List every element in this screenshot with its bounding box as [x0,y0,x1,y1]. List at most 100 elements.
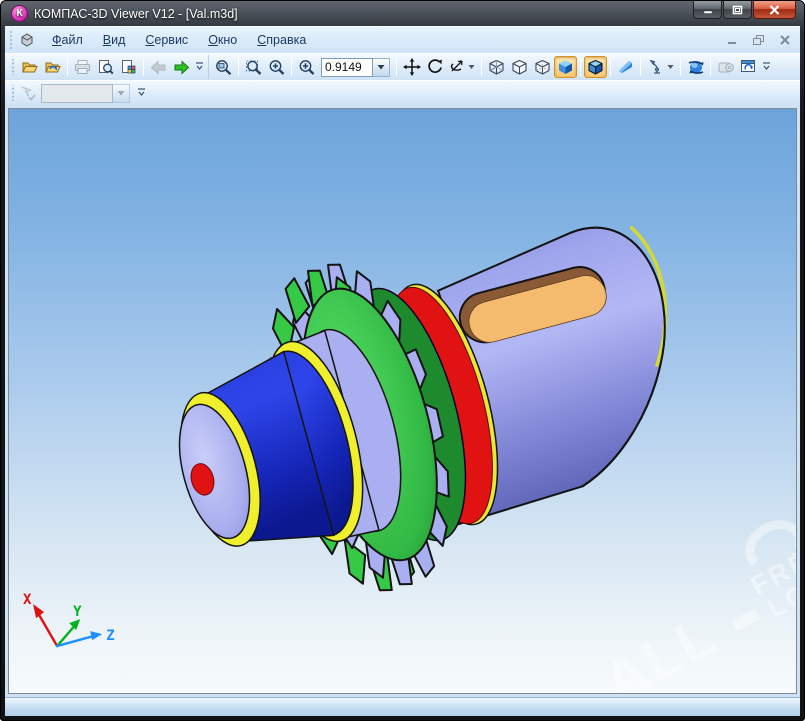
separator [580,58,581,76]
minimize-button[interactable] [693,1,722,19]
zoom-frame-button[interactable] [212,56,235,78]
toolbar-overflow-chevron[interactable] [136,82,147,104]
selection-combo[interactable] [41,83,113,103]
menu-file[interactable]: Файл [42,30,93,50]
selection-combo-dropdown[interactable] [113,83,130,103]
rotate-axis-icon [450,60,463,72]
rotate-view-button[interactable] [684,56,707,78]
shaded-button[interactable] [554,56,577,78]
toolbar-view [212,55,775,79]
open-button[interactable] [18,56,41,78]
zoom-region-icon [245,60,261,75]
mdi-close-button[interactable] [776,33,794,48]
zoom-frame-icon [215,59,231,75]
hidden-lines-removed-button[interactable] [508,56,531,78]
separator [610,58,611,76]
rotate-axis-button[interactable] [446,56,478,78]
orientation-button[interactable] [644,56,677,78]
print-preview-button[interactable] [94,56,117,78]
rotate-button[interactable] [423,56,446,78]
zoom-scale-combo [321,57,390,77]
watermark: ALL FREE LOAD .NET [593,520,796,693]
pan-icon [402,58,421,76]
toolbar-selection [7,82,150,104]
pan-button[interactable] [400,56,423,78]
menu-window[interactable]: Окно [198,30,247,50]
mdi-window-controls [724,33,794,48]
folder-open-icon [21,62,38,73]
zoom-fit-button[interactable] [265,56,288,78]
hidden-lines-thin-button[interactable] [531,56,554,78]
3d-viewport[interactable]: X Y Z ALL FREE LOAD .NET [8,108,797,694]
selection-toolbar [5,80,800,105]
separator [396,58,397,76]
zoom-scale-dropdown[interactable] [373,57,390,77]
zoom-fit-icon [269,59,284,75]
separator [67,58,68,76]
main-toolbar [5,53,800,80]
maximize-button[interactable] [723,1,752,19]
menu-view[interactable]: Вид [93,30,136,50]
toolbar-grip[interactable] [10,58,15,76]
toolbar-overflow-chevron[interactable] [761,56,772,78]
shaded-cube-icon [559,60,572,74]
mdi-close-icon [779,35,790,45]
3d-doc-icon [21,33,33,47]
mdi-minimize-button[interactable] [724,33,742,48]
folder-refresh-icon [44,62,61,73]
title-bar[interactable]: К КОМПАС-3D Viewer V12 - [Val.m3d] [5,1,800,26]
axis-x-label: X [23,592,32,608]
separator [238,58,239,76]
menu-help[interactable]: Справка [247,30,316,50]
kompas-logo-icon: К [11,5,28,22]
mdi-restore-button[interactable] [750,33,768,48]
back-button[interactable] [147,56,170,78]
hidden-thin-cube-icon [535,59,550,75]
rotate-sphere-icon [688,60,703,74]
close-button[interactable] [753,1,796,19]
axis-z-label: Z [106,628,114,644]
window-title: КОМПАС-3D Viewer V12 - [Val.m3d] [34,6,238,21]
selection-filter-button[interactable] [18,82,41,104]
chevron-icon [138,88,145,97]
separator [291,58,292,76]
hidden-removed-cube-icon [512,59,527,75]
mdi-minimize-icon [728,41,736,44]
print-preview-icon [99,60,114,75]
perspective-button[interactable] [614,56,637,78]
perspective-icon [619,61,632,73]
wireframe-cube-icon [489,59,504,75]
separator [481,58,482,76]
toolbar-overflow-chevron[interactable] [194,56,205,78]
zoom-region-button[interactable] [242,56,265,78]
restore-icon [732,5,743,14]
dropdown-arrow-icon [468,65,475,69]
separator [640,58,641,76]
print-button[interactable] [71,56,94,78]
chevron-icon [196,62,203,71]
chevron-icon [763,62,770,71]
forward-button[interactable] [170,56,193,78]
refresh-window-icon [740,60,755,72]
mdi-restore-icon [753,34,764,45]
menu-service[interactable]: Сервис [135,30,198,50]
menu-bar: Файл Вид Сервис Окно Справка [5,26,800,53]
menubar-grip[interactable] [8,30,13,50]
toolbar-grip[interactable] [10,85,15,101]
back-arrow-icon [150,59,166,75]
zoom-scale-input[interactable] [321,57,373,77]
orientation-icon [649,59,660,74]
separator [710,58,711,76]
wireframe-button[interactable] [485,56,508,78]
refresh-window-button[interactable] [737,56,760,78]
svg-text:ALL: ALL [593,602,729,693]
shaded-with-edges-button[interactable] [584,56,607,78]
zoom-in-button[interactable] [295,56,318,78]
document-icon[interactable] [18,31,36,49]
toolbar-standard [7,55,209,79]
image-roll-button[interactable] [714,56,737,78]
open-refresh-button[interactable] [41,56,64,78]
print-setup-icon [122,60,136,74]
print-setup-button[interactable] [117,56,140,78]
coordinate-triad: X Y Z [23,592,115,648]
